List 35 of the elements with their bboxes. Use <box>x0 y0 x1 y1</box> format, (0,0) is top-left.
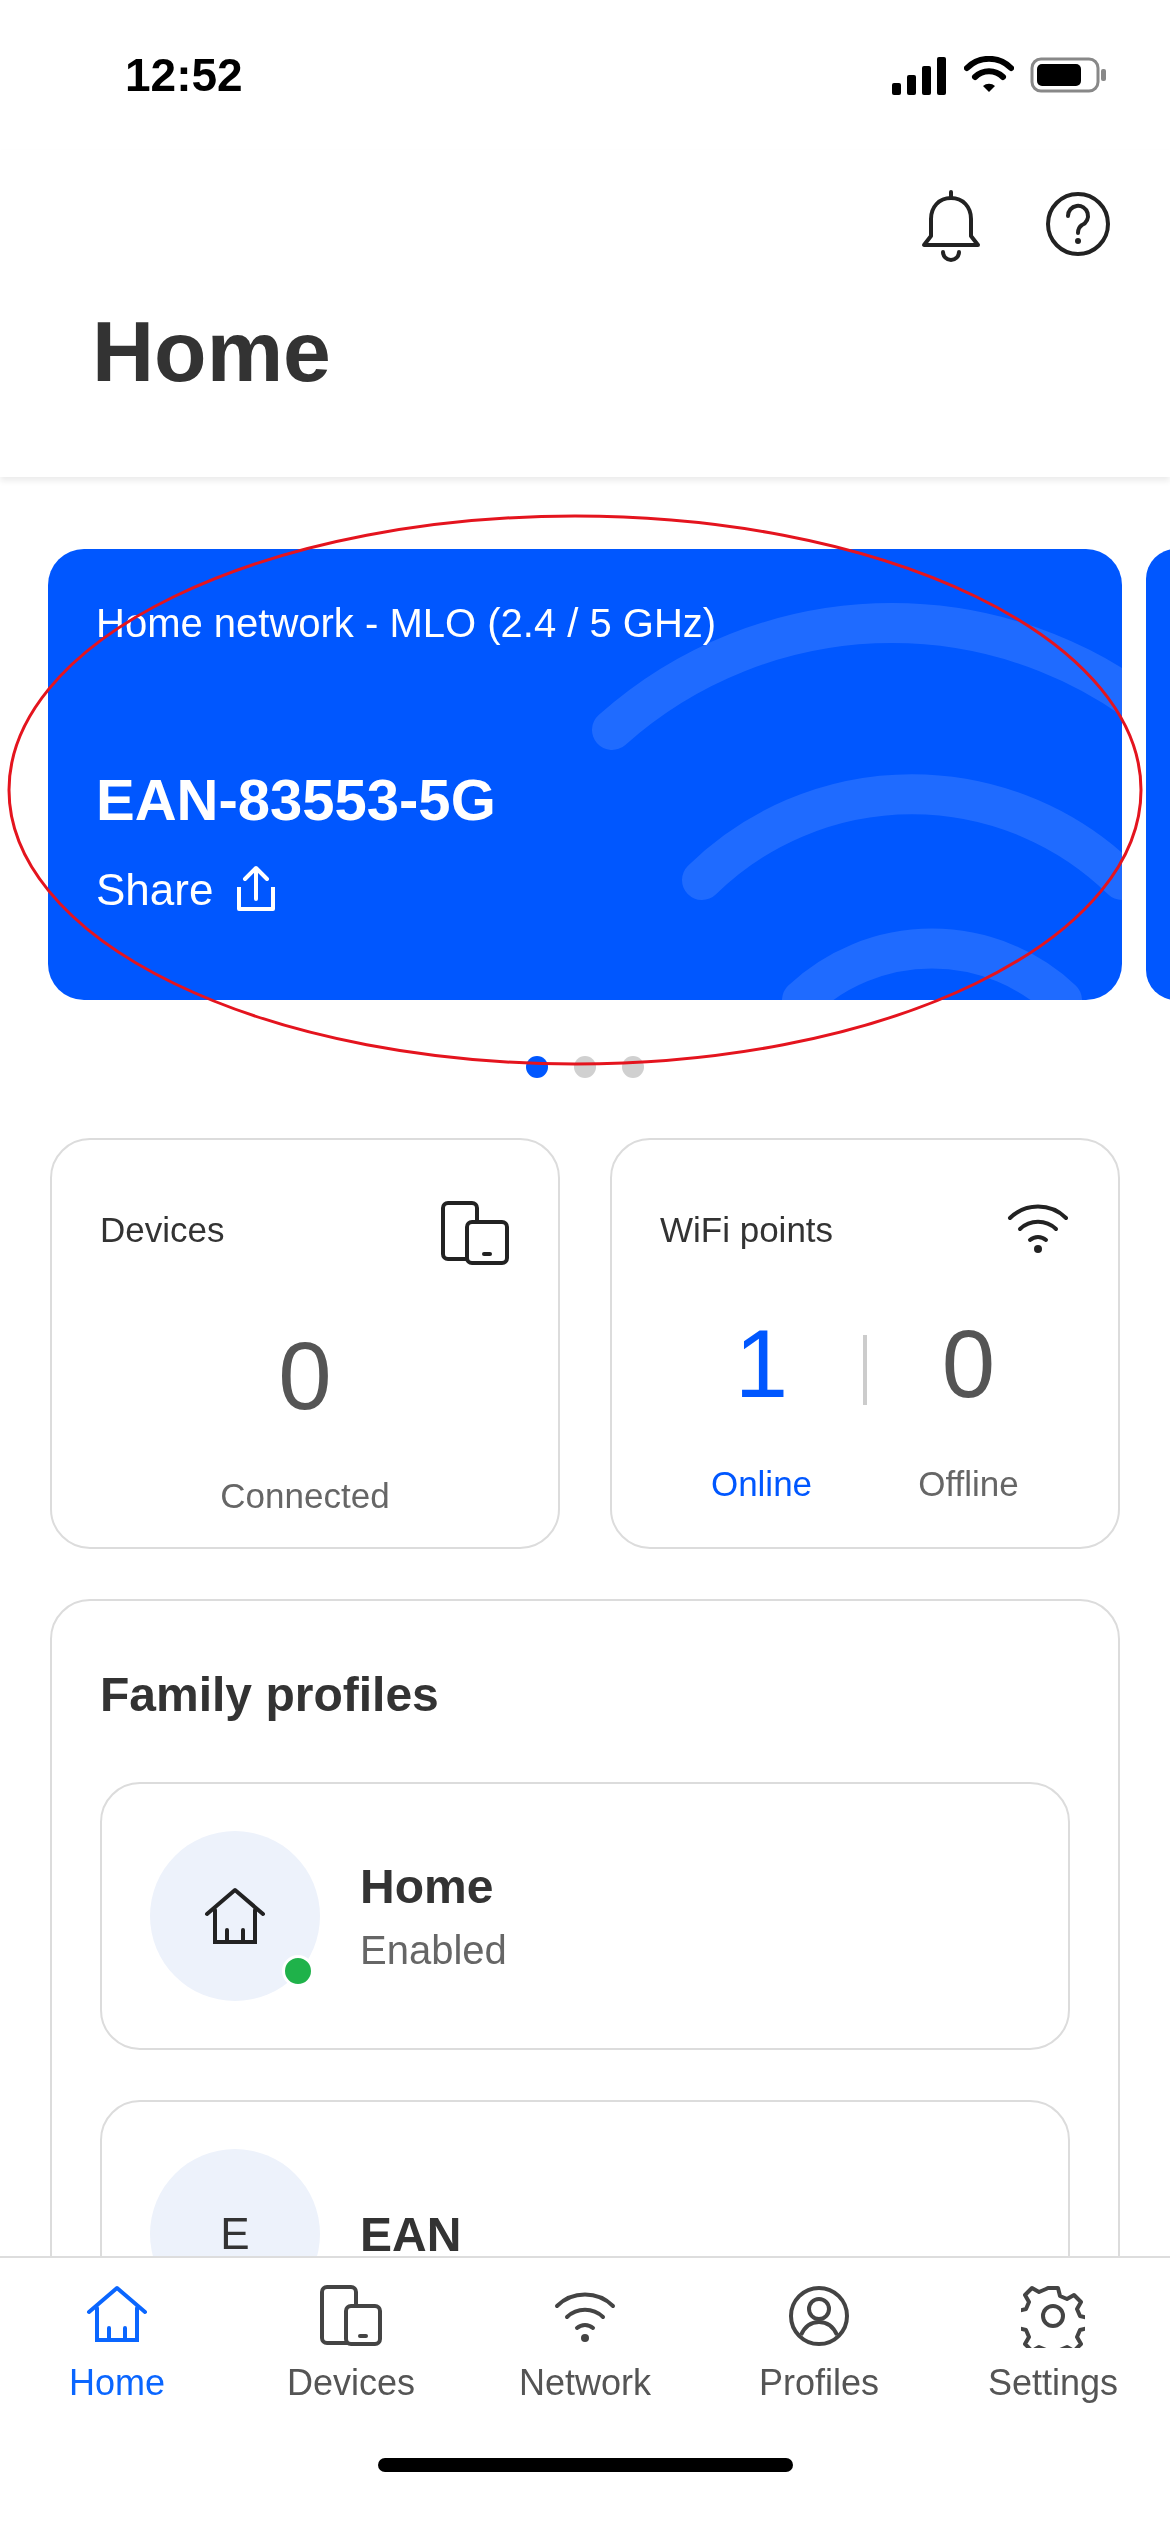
page-title: Home <box>92 302 332 401</box>
avatar: E <box>150 2149 320 2256</box>
stat-caption: Offline <box>918 1464 1019 1504</box>
signal-icon <box>892 55 948 95</box>
stat-value: 0 <box>278 1328 332 1424</box>
tab-bar-item[interactable]: Profiles <box>702 2258 936 2458</box>
tab-bar-item[interactable]: Settings <box>936 2258 1170 2458</box>
wifi-points-card[interactable]: WiFi points 1 Online 0 Offline <box>610 1138 1120 1549</box>
profile-name: EAN <box>360 2206 462 2256</box>
devices-icon <box>440 1200 510 1266</box>
profile-icon <box>787 2284 851 2348</box>
battery-icon <box>1030 56 1108 94</box>
network-name: EAN-83553-5G <box>96 766 496 833</box>
devices-icon <box>319 2284 383 2348</box>
card-label: Devices <box>100 1210 225 1250</box>
section-title: Family profiles <box>100 1667 440 1722</box>
help-icon[interactable] <box>1044 190 1112 258</box>
stat-value: 1 <box>734 1316 789 1412</box>
wifi-status-icon <box>964 56 1014 94</box>
profile-name: Home <box>360 1859 495 1914</box>
devices-card[interactable]: Devices 0 Connected <box>50 1138 560 1549</box>
tab-bar-item[interactable]: Network <box>468 2258 702 2458</box>
stat-value: 0 <box>941 1316 996 1412</box>
stat-caption: Connected <box>220 1476 390 1516</box>
share-button[interactable]: Share <box>96 865 282 915</box>
home-icon <box>203 1886 267 1946</box>
status-time: 12:52 <box>125 48 243 102</box>
settings-icon <box>1021 2284 1085 2348</box>
card-label: WiFi points <box>660 1210 834 1250</box>
page-indicator-dot[interactable] <box>622 1056 644 1078</box>
tab-bar-item[interactable]: Devices <box>234 2258 468 2458</box>
tab-bar-item[interactable]: Home <box>0 2258 234 2458</box>
stat-caption: Online <box>710 1464 813 1504</box>
profile-status: Enabled <box>360 1928 507 1973</box>
profile-item[interactable]: Home Enabled <box>100 1782 1070 2050</box>
